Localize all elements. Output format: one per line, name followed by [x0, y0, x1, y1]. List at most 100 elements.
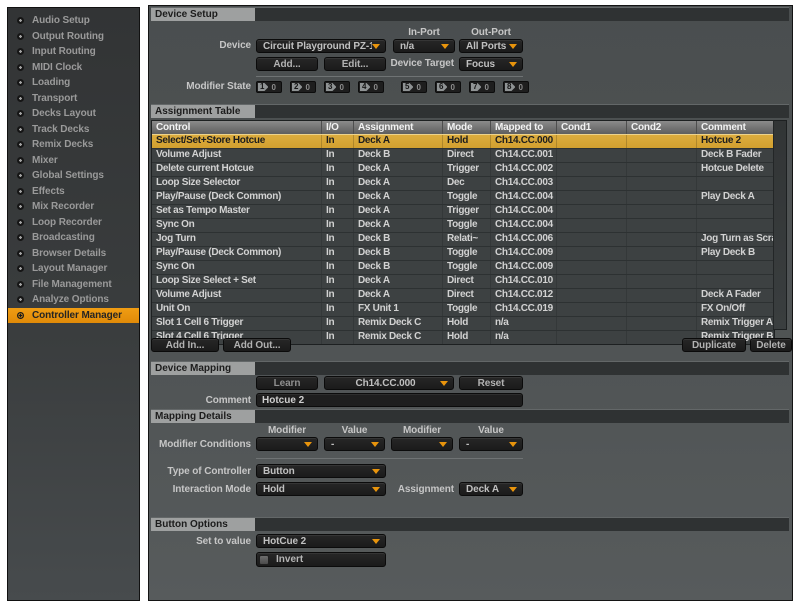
sidebar-item-track-decks[interactable]: Track Decks — [8, 122, 139, 138]
cell-cond1 — [557, 317, 627, 330]
cell-comment — [697, 177, 774, 190]
device-target-label: Device Target — [354, 57, 454, 71]
cell-io: In — [322, 275, 354, 288]
comment-input[interactable] — [256, 393, 523, 407]
cell-cond2 — [627, 177, 697, 190]
radio-bullet-icon — [17, 312, 24, 319]
cell-cond2 — [627, 163, 697, 176]
table-row[interactable]: Volume AdjustInDeck ADirectCh14.CC.012De… — [152, 288, 774, 302]
sidebar-item-label: Mix Recorder — [32, 201, 94, 212]
radio-bullet-icon — [17, 33, 24, 40]
table-row[interactable]: Sync OnInDeck BToggleCh14.CC.009 — [152, 260, 774, 274]
table-row[interactable]: Slot 1 Cell 6 TriggerInRemix Deck CHoldn… — [152, 316, 774, 330]
assignment-select[interactable]: Deck A — [459, 482, 523, 496]
cell-comment: Remix Trigger A — [697, 317, 774, 330]
value1-select[interactable]: - — [324, 437, 385, 451]
table-row[interactable]: Set as Tempo MasterInDeck ATriggerCh14.C… — [152, 204, 774, 218]
cell-cond2 — [627, 149, 697, 162]
cell-mode: Toggle — [443, 261, 491, 274]
delete-button[interactable]: Delete — [750, 338, 792, 352]
sidebar-item-audio-setup[interactable]: Audio Setup — [8, 13, 139, 29]
sidebar-item-mix-recorder[interactable]: Mix Recorder — [8, 199, 139, 215]
column-header-io: I/O — [322, 121, 354, 134]
cell-io: In — [322, 331, 354, 344]
sidebar-item-broadcasting[interactable]: Broadcasting — [8, 230, 139, 246]
cell-mapped_to: Ch14.CC.002 — [491, 163, 557, 176]
cell-assignment: Deck A — [354, 191, 443, 204]
sidebar-item-analyze-options[interactable]: Analyze Options — [8, 292, 139, 308]
table-row[interactable]: Sync OnInDeck AToggleCh14.CC.004 — [152, 218, 774, 232]
learn-button[interactable]: Learn — [256, 376, 318, 390]
add-device-button[interactable]: Add... — [256, 57, 318, 71]
sidebar-item-label: File Management — [32, 279, 112, 290]
reset-button[interactable]: Reset — [459, 376, 523, 390]
radio-bullet-icon — [17, 48, 24, 55]
cell-cond1 — [557, 303, 627, 316]
cell-cond1 — [557, 331, 627, 344]
in-port-select[interactable]: n/a — [393, 39, 455, 53]
section-title: Mapping Details — [151, 410, 255, 423]
set-to-value-select[interactable]: HotCue 2 — [256, 534, 386, 548]
table-row[interactable]: Unit OnInFX Unit 1ToggleCh14.CC.019FX On… — [152, 302, 774, 316]
radio-bullet-icon — [17, 250, 24, 257]
cell-assignment: Deck A — [354, 219, 443, 232]
sidebar-item-output-routing[interactable]: Output Routing — [8, 29, 139, 45]
modifier1-select[interactable] — [256, 437, 318, 451]
sidebar-item-remix-decks[interactable]: Remix Decks — [8, 137, 139, 153]
table-row[interactable]: Select/Set+Store HotcueInDeck AHoldCh14.… — [152, 134, 774, 148]
chevron-down-icon — [372, 44, 380, 49]
modifier-number-tag: 7 — [471, 83, 481, 91]
cell-assignment: FX Unit 1 — [354, 303, 443, 316]
type-of-controller-label: Type of Controller — [151, 465, 251, 479]
sidebar-item-file-management[interactable]: File Management — [8, 277, 139, 293]
modifier-number-tag: 6 — [437, 83, 447, 91]
table-row[interactable]: Play/Pause (Deck Common)InDeck BToggleCh… — [152, 246, 774, 260]
column-header-comment: Comment — [697, 121, 774, 134]
cell-cond1 — [557, 261, 627, 274]
cell-cond2 — [627, 233, 697, 246]
cell-cond2 — [627, 261, 697, 274]
sidebar-item-label: Decks Layout — [32, 108, 96, 119]
type-of-controller-select[interactable]: Button — [256, 464, 386, 478]
cell-control: Volume Adjust — [152, 289, 322, 302]
table-row[interactable]: Loop Size Select + SetInDeck ADirectCh14… — [152, 274, 774, 288]
out-port-select[interactable]: All Ports — [459, 39, 523, 53]
sidebar-item-layout-manager[interactable]: Layout Manager — [8, 261, 139, 277]
device-target-select[interactable]: Focus — [459, 57, 523, 71]
modifier2-select[interactable] — [391, 437, 453, 451]
duplicate-button[interactable]: Duplicate — [682, 338, 746, 352]
sidebar-item-transport[interactable]: Transport — [8, 91, 139, 107]
device-select[interactable]: Circuit Playground PZ-1 — [256, 39, 386, 53]
sidebar-item-input-routing[interactable]: Input Routing — [8, 44, 139, 60]
cell-comment: Hotcue 2 — [697, 135, 774, 148]
sidebar-item-effects[interactable]: Effects — [8, 184, 139, 200]
modifier-value: 0 — [373, 83, 377, 92]
table-row[interactable]: Volume AdjustInDeck BDirectCh14.CC.001De… — [152, 148, 774, 162]
cell-control: Loop Size Select + Set — [152, 275, 322, 288]
sidebar-item-label: Track Decks — [32, 124, 89, 135]
section-title: Device Setup — [151, 8, 255, 21]
sidebar-item-controller-manager[interactable]: Controller Manager — [8, 308, 139, 324]
table-row[interactable]: Play/Pause (Deck Common)InDeck AToggleCh… — [152, 190, 774, 204]
sidebar-item-loop-recorder[interactable]: Loop Recorder — [8, 215, 139, 231]
sidebar-item-midi-clock[interactable]: MIDI Clock — [8, 60, 139, 76]
sidebar-item-browser-details[interactable]: Browser Details — [8, 246, 139, 262]
table-scrollbar[interactable] — [773, 120, 787, 330]
table-row[interactable]: Jog TurnInDeck BRelati~Ch14.CC.006Jog Tu… — [152, 232, 774, 246]
sidebar-item-global-settings[interactable]: Global Settings — [8, 168, 139, 184]
sidebar-item-loading[interactable]: Loading — [8, 75, 139, 91]
cell-cond1 — [557, 233, 627, 246]
invert-checkbox[interactable]: Invert — [256, 552, 386, 567]
sidebar-item-mixer[interactable]: Mixer — [8, 153, 139, 169]
cell-mapped_to: n/a — [491, 331, 557, 344]
cell-cond2 — [627, 205, 697, 218]
modifier-value: 0 — [518, 83, 522, 92]
sidebar-item-decks-layout[interactable]: Decks Layout — [8, 106, 139, 122]
value2-select[interactable]: - — [459, 437, 523, 451]
table-row[interactable]: Loop Size SelectorInDeck ADecCh14.CC.003 — [152, 176, 774, 190]
cell-mapped_to: Ch14.CC.010 — [491, 275, 557, 288]
add-in-button[interactable]: Add In... — [151, 338, 219, 352]
add-out-button[interactable]: Add Out... — [223, 338, 291, 352]
mapped-midi-select[interactable]: Ch14.CC.000 — [324, 376, 454, 390]
table-row[interactable]: Delete current HotcueInDeck ATriggerCh14… — [152, 162, 774, 176]
